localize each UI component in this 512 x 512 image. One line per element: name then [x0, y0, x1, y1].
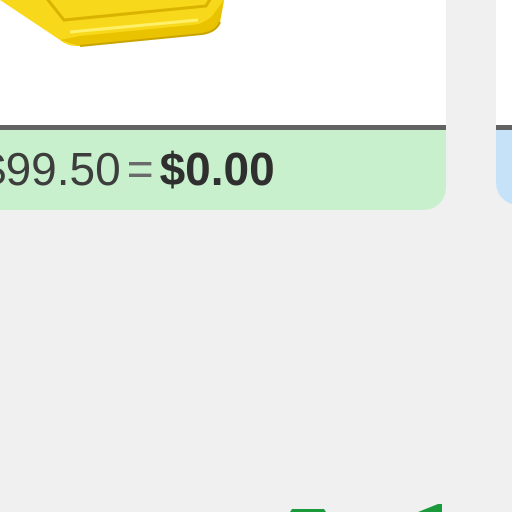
green-shape-icon: [290, 504, 442, 512]
price-line: $99.50=$0.00: [0, 144, 275, 194]
product-image-area: [0, 0, 446, 125]
next-product-card[interactable]: [496, 0, 512, 205]
product-card[interactable]: $99.50=$0.00: [0, 0, 446, 210]
yellow-tray-icon: [0, 0, 225, 47]
equals-sign: =: [126, 143, 154, 195]
screen: $99.50=$0.00: [0, 0, 512, 512]
old-price: $99.50: [0, 143, 121, 195]
new-price: $0.00: [159, 143, 275, 195]
price-band: [496, 130, 512, 205]
